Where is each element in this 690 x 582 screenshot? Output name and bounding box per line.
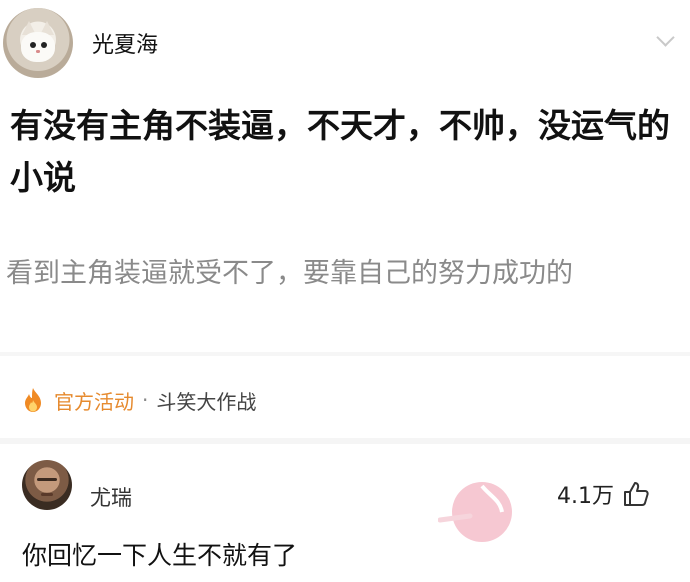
comment-text: 你回忆一下人生不就有了: [22, 541, 298, 570]
like-button[interactable]: 4.1万: [557, 478, 650, 510]
like-count: 4.1万: [557, 484, 614, 509]
activity-separator: ·: [142, 388, 149, 412]
activity-tag[interactable]: 官方活动 · 斗笑大作战: [22, 384, 256, 416]
avatar-nose: [36, 50, 40, 53]
section-divider: [0, 352, 690, 356]
commenter-username[interactable]: 尤瑞: [90, 482, 132, 512]
post-description: 看到主角装逼就受不了，要靠自己的努力成功的: [6, 258, 573, 289]
avatar-face: [21, 32, 55, 62]
avatar-mouth: [41, 493, 53, 496]
avatar-eye-right: [41, 42, 47, 48]
avatar-eye-left: [30, 42, 36, 48]
chevron-down-icon[interactable]: [656, 28, 675, 47]
thumbs-up-icon: [624, 482, 649, 506]
avatar-brow: [37, 478, 57, 481]
poster-username[interactable]: 光夏海: [92, 27, 158, 59]
poster-avatar[interactable]: [3, 8, 73, 78]
post-header: 光夏海: [0, 0, 690, 86]
fire-icon: [25, 388, 41, 412]
activity-name: 斗笑大作战: [156, 389, 257, 414]
watermark-logo: [438, 482, 512, 542]
commenter-avatar[interactable]: [22, 460, 72, 510]
post-title: 有没有主角不装逼，不天才，不帅，没运气的小说: [10, 106, 670, 197]
activity-label: 官方活动: [54, 389, 134, 414]
section-separator: [0, 438, 690, 444]
